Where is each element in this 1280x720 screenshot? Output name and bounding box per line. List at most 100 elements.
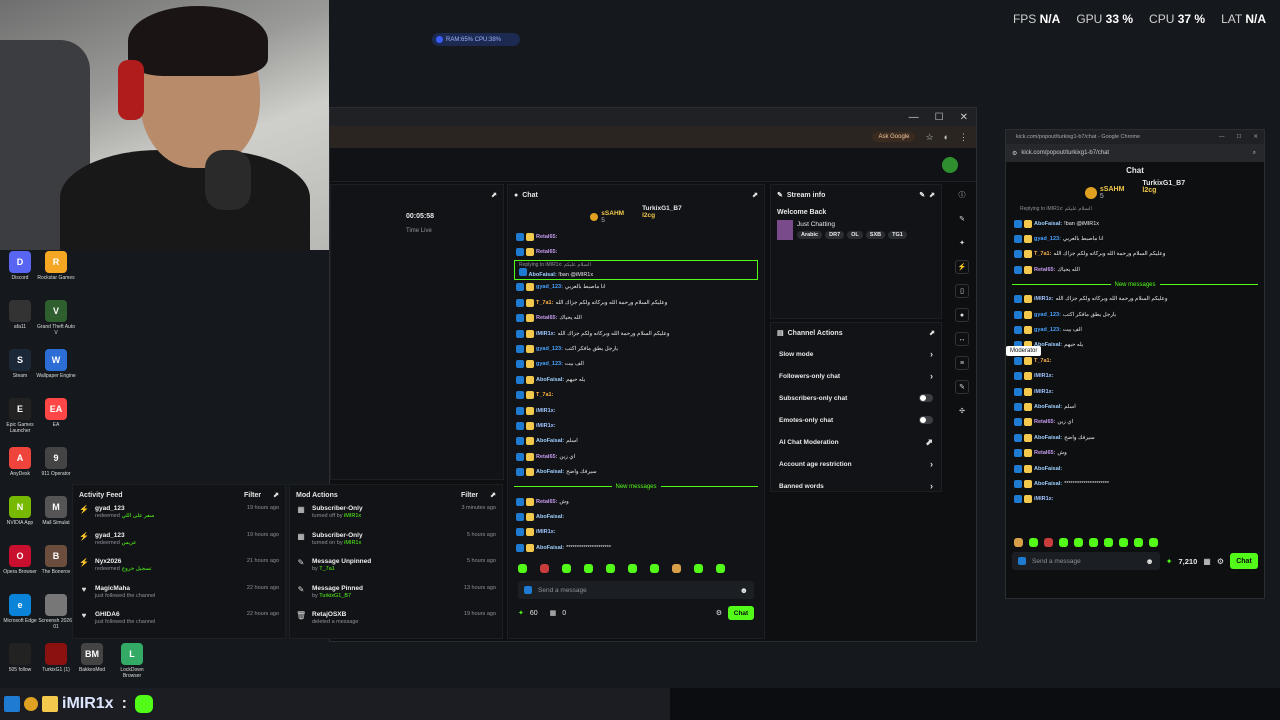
emote-icon[interactable] xyxy=(1074,537,1083,547)
chat-username[interactable]: gyad_123: xyxy=(1034,312,1061,318)
chat-message[interactable]: iMIR1x: xyxy=(508,403,764,418)
extension-icon[interactable]: ◐ xyxy=(944,132,949,142)
chat-message[interactable]: Retal65: وش xyxy=(1006,445,1264,460)
popout-icon[interactable]: ⬈ xyxy=(491,191,497,199)
emote-icon[interactable] xyxy=(606,563,615,573)
chat-message[interactable]: AboFaisal: اسلم xyxy=(508,434,764,449)
chat-message[interactable]: iMIR1x: xyxy=(508,418,764,433)
close-icon[interactable]: ✕ xyxy=(1253,134,1258,140)
mod-action-item[interactable]: 🗑 RetajOSXB deleted a message 19 hours ago xyxy=(290,611,502,638)
settings-icon[interactable]: ⚙ xyxy=(1217,557,1224,566)
site-info-icon[interactable]: ⚙ xyxy=(1012,150,1017,157)
channel-action-item[interactable]: Account age restriction › xyxy=(771,453,941,475)
desktop-icon[interactable]: e Microsoft Edge xyxy=(0,594,40,624)
chat-message[interactable]: T_7a1: وعليكم السلام ورحمة الله وبركاته و… xyxy=(508,295,764,310)
popout-chat-input[interactable]: Send a message ☻ xyxy=(1012,552,1160,570)
chat-message[interactable]: AboFaisal: اسلم xyxy=(1006,399,1264,414)
chat-message[interactable]: Retal65: اي زين xyxy=(508,449,764,464)
chat-message[interactable]: AboFaisal: ********************* xyxy=(1006,476,1264,491)
chat-username[interactable]: gyad_123: xyxy=(536,346,563,352)
desktop-icon[interactable]: BM BakkesMod xyxy=(72,643,112,673)
mod-action-user[interactable]: TurkixG1_B7 xyxy=(319,593,351,599)
chat-username[interactable]: iMIR1x: xyxy=(536,408,556,414)
settings-icon[interactable]: ⚙ xyxy=(716,609,722,617)
mod-action-item[interactable]: ▦ Subscriber-Only turned off by iMIR1x 3 mi… xyxy=(290,505,502,532)
chat-username[interactable]: iMIR1x: xyxy=(536,529,556,535)
desktop-icon[interactable]: L LockDown Browser xyxy=(112,643,152,679)
chat-message[interactable]: gyad_123: الف بيت xyxy=(508,357,764,372)
chat-username[interactable]: Retal65: xyxy=(1034,267,1055,273)
activity-username[interactable]: gyad_123 xyxy=(95,505,154,512)
activity-feed-item[interactable]: ⚡ gyad_123 redeemed سفر على اللي 19 hours a… xyxy=(73,505,285,532)
desktop-icon[interactable]: M Mall Simulat xyxy=(36,496,76,526)
emote-icon[interactable] xyxy=(562,563,571,573)
desktop-icon[interactable]: N NVIDIA App xyxy=(0,496,40,526)
chat-message[interactable]: T_7a1: xyxy=(1006,353,1264,368)
gift-icon[interactable]: ▦ xyxy=(550,609,557,617)
tool-icon[interactable]: ✦ xyxy=(955,236,969,250)
chat-input[interactable]: Send a message ☻ xyxy=(518,581,754,599)
chat-message[interactable]: gyad_123: يارجل يطق مافكر اكتب xyxy=(1006,307,1264,322)
chat-username[interactable]: AboFaisal: xyxy=(1034,466,1062,472)
chat-username[interactable]: AboFaisal: xyxy=(529,272,557,278)
channel-action-item[interactable]: Followers-only chat › xyxy=(771,365,941,387)
chat-message[interactable]: iMIR1x: xyxy=(508,525,764,540)
chat-username[interactable]: AboFaisal: xyxy=(1034,435,1062,441)
chat-username[interactable]: Retal65: xyxy=(536,249,557,255)
chat-message[interactable]: gyad_123: الف بيت xyxy=(1006,322,1264,337)
emote-icon[interactable] xyxy=(1014,537,1023,547)
chat-username[interactable]: T_7a1: xyxy=(536,392,553,398)
gift-icon[interactable]: ▦ xyxy=(1203,557,1211,566)
emote-icon[interactable] xyxy=(518,563,527,573)
chat-message[interactable]: T_7a1: xyxy=(508,388,764,403)
activity-feed-item[interactable]: ♥ GHIDA6 just followed the channel 22 hour… xyxy=(73,611,285,638)
emote-icon[interactable] xyxy=(716,563,725,573)
reply-highlight[interactable]: Replying to iMIR1x: السلام عليكم AboFais… xyxy=(514,259,758,280)
channel-action-item[interactable]: Subscribers-only chat xyxy=(771,387,941,409)
chat-username[interactable]: AboFaisal: xyxy=(1034,221,1062,227)
chat-message[interactable]: Retal65: وش xyxy=(508,494,764,509)
activity-feed-item[interactable]: ♥ MagicMaha just followed the channel 22 h… xyxy=(73,585,285,612)
desktop-icon[interactable]: B The Bonerov xyxy=(36,545,76,575)
chat-message[interactable]: Retal65: xyxy=(508,229,764,244)
star-icon[interactable]: ☆ xyxy=(925,132,933,143)
toggle-switch[interactable] xyxy=(919,416,933,424)
chat-message[interactable]: iMIR1x: xyxy=(1006,369,1264,384)
desktop-icon[interactable]: 9 911 Operator xyxy=(36,447,76,477)
mod-action-user[interactable]: iMIR1x xyxy=(344,513,361,519)
activity-feed-item[interactable]: ⚡ gyad_123 redeemed عريس 19 hours ago xyxy=(73,532,285,559)
page-icon[interactable]: ▯ xyxy=(955,284,969,298)
chat-message[interactable]: AboFaisal: xyxy=(1006,461,1264,476)
emote-icon[interactable] xyxy=(1134,537,1143,547)
chat-message[interactable]: AboFaisal: سيرفك واضح xyxy=(508,464,764,479)
chat-username[interactable]: T_7a1: xyxy=(536,300,553,306)
chat-username[interactable]: gyad_123: xyxy=(536,284,563,290)
mod-action-item[interactable]: ▦ Subscriber-Only turned on by iMIR1x 5 hou… xyxy=(290,532,502,559)
minimize-icon[interactable]: — xyxy=(909,112,919,123)
activity-feed-item[interactable]: ⚡ Nyx2026 redeemed تسجيل خروج 21 hours ago xyxy=(73,558,285,585)
chat-username[interactable]: iMIR1x: xyxy=(1034,296,1054,302)
chat-message[interactable]: AboFaisal: سيرفك واضح xyxy=(1006,430,1264,445)
chat-message[interactable]: T_7a1: وعليكم السلام ورحمة الله وبركاته و… xyxy=(1006,247,1264,262)
extensions-icon[interactable]: ✣ xyxy=(955,404,969,418)
chat-message[interactable]: iMIR1x: وعليكم السلام ورحمة الله وبركاته … xyxy=(1006,292,1264,307)
emote-icon[interactable] xyxy=(1149,537,1158,547)
activity-username[interactable]: GHIDA6 xyxy=(95,611,155,618)
chat-message[interactable]: iMIR1x: وعليكم السلام ورحمة الله وبركاته … xyxy=(508,326,764,341)
arrows-icon[interactable]: ↔ xyxy=(955,332,969,346)
stream-tag[interactable]: OL xyxy=(847,231,863,239)
emote-icon[interactable] xyxy=(650,563,659,573)
bolt-icon[interactable]: ⚡ xyxy=(955,260,969,274)
maximize-icon[interactable]: ☐ xyxy=(1236,134,1241,140)
popout-icon[interactable]: ⬈ xyxy=(752,191,758,199)
desktop-icon[interactable]: O Opera Browser xyxy=(0,545,40,575)
emote-icon[interactable] xyxy=(1059,537,1068,547)
mod-action-item[interactable]: ✎ Message Pinned by TurkixG1_B7 13 hours ag… xyxy=(290,585,502,612)
chat-username[interactable]: Retal65: xyxy=(536,454,557,460)
info-icon[interactable]: ⓘ xyxy=(955,188,969,202)
chat-username[interactable]: gyad_123: xyxy=(1034,327,1061,333)
popout-icon[interactable]: ⬈ xyxy=(273,491,279,499)
edit-icon[interactable]: ✎ xyxy=(919,191,925,199)
stream-tag[interactable]: SXB xyxy=(865,231,886,239)
chat-message[interactable]: Retal65: الله يحياك xyxy=(508,311,764,326)
